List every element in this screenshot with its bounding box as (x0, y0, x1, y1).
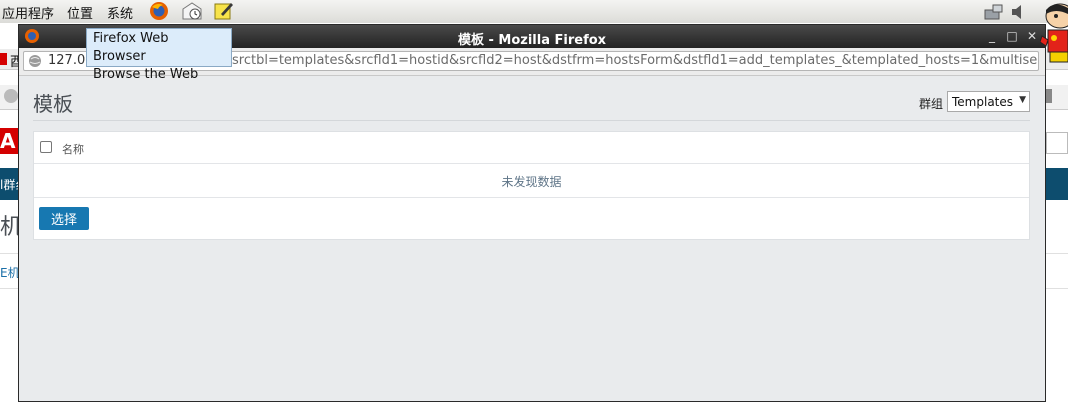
minimize-icon[interactable]: _ (985, 29, 999, 43)
chevron-down-icon: ▼ (1019, 95, 1026, 105)
popup-page-content: 模板 群组 Templates ▼ 名称 未发现数据 选择 (19, 76, 1045, 401)
mail-clock-launcher-icon[interactable] (181, 1, 202, 21)
group-select-value: Templates (952, 95, 1014, 109)
table-empty-row: 未发现数据 (34, 164, 1029, 198)
page-title: 模板 (33, 92, 73, 116)
bg-brand-logo[interactable]: A (0, 128, 18, 154)
empty-state-message: 未发现数据 (501, 175, 562, 189)
notes-launcher-icon[interactable] (213, 1, 233, 21)
select-all-checkbox[interactable] (40, 141, 52, 153)
bg-search-field[interactable] (1046, 132, 1068, 154)
group-select[interactable]: Templates ▼ (947, 91, 1030, 112)
bg-link[interactable]: E机 (0, 264, 20, 281)
close-icon[interactable]: ✕ (1025, 29, 1039, 43)
menu-applications[interactable]: 应用程序 (2, 3, 54, 22)
column-header-name[interactable]: 名称 (62, 141, 84, 157)
url-host-text: 127.0 (48, 53, 86, 68)
menu-places[interactable]: 位置 (67, 3, 93, 22)
bg-back-icon[interactable] (4, 89, 18, 103)
menu-system[interactable]: 系统 (107, 3, 133, 22)
templates-table: 名称 未发现数据 选择 (33, 131, 1030, 240)
table-header: 名称 (34, 132, 1029, 164)
desktop-mascot-image (1039, 2, 1068, 74)
tooltip-description: Browse the Web (93, 67, 199, 82)
bg-tab-favicon (0, 53, 7, 65)
tooltip-title: Firefox Web Browser (93, 31, 169, 64)
maximize-icon[interactable]: □ (1005, 29, 1019, 43)
select-button[interactable]: 选择 (39, 207, 89, 230)
group-filter-label: 群组 (919, 97, 944, 111)
desktop-top-panel: 应用程序 位置 系统 (0, 0, 1068, 24)
site-identity-icon[interactable] (28, 54, 42, 70)
launcher-tooltip: Firefox Web Browser Browse the Web (86, 28, 232, 82)
divider (33, 120, 1030, 121)
url-query-text: srctbl=templates&srcfld1=hostid&srcfld2=… (232, 53, 1039, 68)
firefox-launcher-icon[interactable] (149, 1, 169, 21)
